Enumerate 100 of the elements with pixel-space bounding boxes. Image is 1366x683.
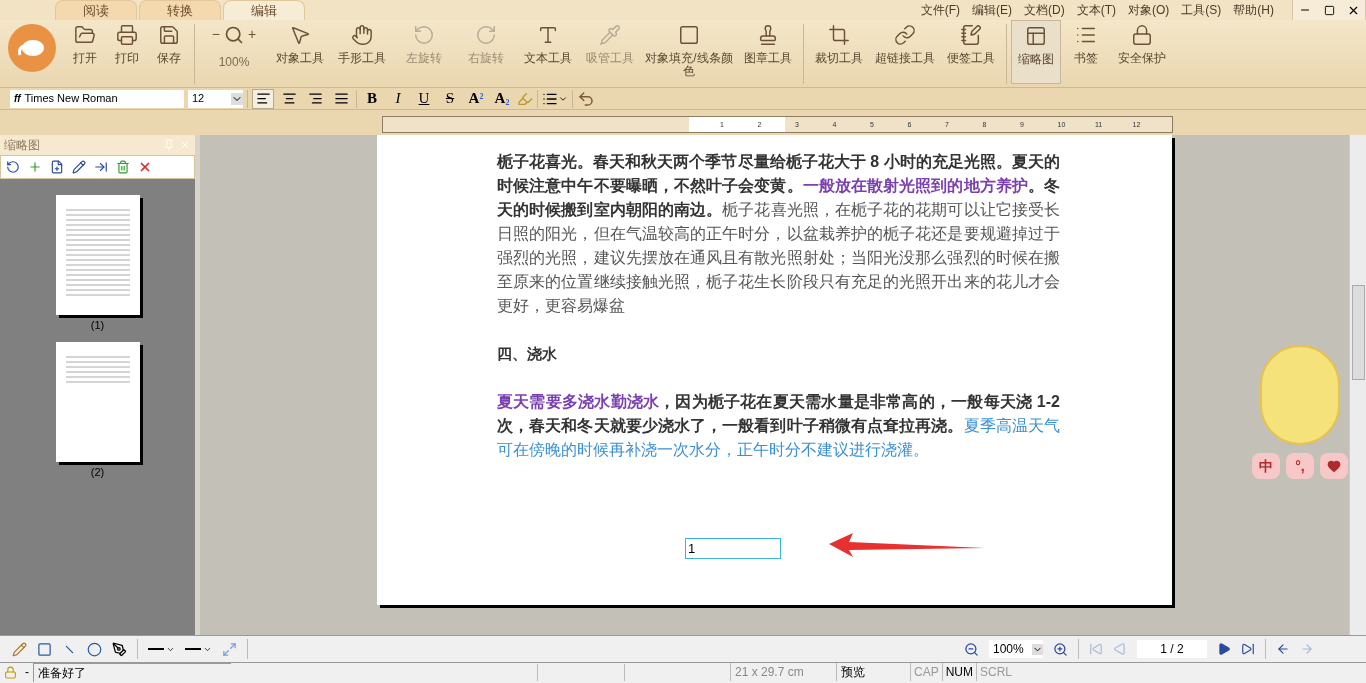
hand-icon — [351, 24, 373, 46]
menu-item[interactable]: 编辑(E) — [966, 1, 1018, 19]
lock-icon — [4, 665, 17, 679]
key-indicator: NUM — [941, 663, 976, 681]
folder-icon — [74, 24, 96, 46]
paragraph: 夏天需要多浇水勤浇水，因为栀子花在夏天需水量是非常高的，一般每天浇 1-2 次，春天和冬天就要少浇水了，一般看到叶子稍微有点耷拉再浇。夏季高温天气可在傍晚的时候再补浇一次水分，正午时分不建议进行浇灌。 — [497, 392, 1060, 460]
menu-item[interactable]: 文件(F) — [914, 1, 966, 19]
zoom-field[interactable]: 100% — [989, 640, 1043, 658]
toolbar-button[interactable]: 打印 — [106, 20, 148, 84]
toolbar-button[interactable]: 对象工具 — [269, 20, 331, 84]
menu-item[interactable]: 帮助(H) — [1227, 1, 1280, 19]
rectangle-icon[interactable] — [37, 641, 52, 657]
menu-item[interactable]: 对象(O) — [1122, 1, 1176, 19]
toolbar-button[interactable]: 对象填充/线条颜色 — [641, 20, 737, 84]
zoom-value: 100% — [993, 641, 1024, 658]
text-box[interactable]: 1 — [685, 538, 781, 559]
mode-tab[interactable]: 转换 — [139, 0, 221, 20]
next-page-icon[interactable] — [1217, 642, 1231, 656]
page-size: 21 x 29.7 cm — [730, 663, 836, 681]
square-icon — [678, 24, 700, 46]
menu-item[interactable]: 文本(T) — [1070, 1, 1122, 19]
toolbar-button[interactable]: 图章工具 — [737, 20, 799, 84]
align-center-icon — [281, 91, 297, 106]
scrollbar[interactable] — [1349, 135, 1366, 635]
toolbar-button[interactable]: 缩略图 — [1011, 20, 1061, 84]
rotate-right-icon — [475, 24, 497, 46]
maximize-icon — [1323, 4, 1335, 16]
zoom-in-button[interactable]: + — [248, 24, 257, 45]
toolbar-button[interactable]: 安全保护 — [1111, 20, 1173, 84]
printer-icon — [116, 24, 138, 46]
mode-tab[interactable]: 编辑 — [223, 0, 305, 20]
toolbar-button[interactable]: 手形工具 — [331, 20, 393, 84]
pointer-icon — [289, 24, 311, 46]
zoom-level: 100% — [218, 54, 250, 71]
status-separator: - — [24, 664, 30, 681]
lock-icon — [1131, 24, 1153, 46]
save-icon — [158, 24, 180, 46]
font-icon: ff — [14, 91, 21, 106]
key-indicator: CAP — [910, 663, 942, 681]
zoom-out-icon[interactable] — [964, 641, 979, 657]
paragraph: 栀子花喜光。春天和秋天两个季节尽量给栀子花大于 8 小时的充足光照。夏天的时候注意中午不要曝晒，不然叶子会变黄。一般放在散射光照到的地方养护。冬天的时候搬到室内朝阳的南边。栀子花喜光照，在栀子花的花期可以让它接受长日照的阳光，但在气温较高的正午时分，以盆栽养护的栀子花还是要规避掉过于强烈的光照，建议先摆放在通风且有散光照射处；当阳光没那么强烈的时候在搬至原来的位置继续接触光照，栀子花生长阶段只有充足的光照开出来的花儿才会更好，更容易爆盆 — [497, 152, 1060, 316]
ellipse-icon[interactable] — [87, 641, 102, 657]
menu-item[interactable]: 文档(D) — [1018, 1, 1071, 19]
font-field[interactable]: ff Times New Roman — [10, 89, 184, 108]
link-icon — [894, 24, 916, 46]
undo-icon[interactable] — [577, 89, 595, 108]
page-indicator[interactable]: 1 / 2 — [1137, 640, 1207, 658]
pencil-icon[interactable] — [12, 641, 27, 657]
rotate-icon[interactable] — [6, 160, 20, 174]
toolbar-button[interactable]: 打开 — [64, 20, 106, 84]
export-icon[interactable] — [94, 160, 108, 174]
page-thumbnail[interactable] — [55, 195, 140, 315]
ime-button[interactable] — [1320, 453, 1348, 479]
rotate-left-icon — [413, 24, 435, 46]
underline-button[interactable]: U — [413, 87, 435, 110]
menu-item[interactable]: 工具(S) — [1175, 1, 1228, 19]
mode-tab[interactable]: 阅读 — [55, 0, 137, 20]
insert-page-icon[interactable] — [50, 160, 64, 174]
ime-button[interactable]: °, — [1286, 453, 1314, 479]
toolbar-button[interactable]: 书签 — [1061, 20, 1111, 84]
superscript-button[interactable]: A$^{2}$ — [465, 87, 487, 110]
page-number: (2) — [90, 464, 105, 480]
search-icon — [224, 24, 244, 45]
italic-button[interactable]: I — [387, 87, 409, 110]
line-icon — [185, 648, 201, 650]
eyedropper-icon — [599, 24, 621, 46]
toolbar-button[interactable]: 裁切工具 — [808, 20, 870, 84]
delete-page-icon[interactable] — [116, 160, 130, 174]
page-number: (1) — [90, 318, 105, 333]
toolbar-button[interactable]: 文本工具 — [517, 20, 579, 84]
delete-icon[interactable] — [138, 160, 152, 174]
zoom-in-icon[interactable] — [1053, 641, 1068, 657]
zoom-out-button[interactable]: − — [211, 24, 220, 45]
dropdown-icon — [1032, 643, 1043, 655]
ime-button[interactable]: 中 — [1252, 453, 1280, 479]
subscript-button[interactable]: A$_{2}$ — [491, 87, 513, 110]
pen-icon[interactable] — [112, 641, 127, 657]
line-icon — [148, 648, 164, 650]
thumbnail-icon — [1025, 25, 1047, 47]
crop-icon — [828, 24, 850, 46]
align-justify-icon — [333, 91, 349, 106]
toolbar-button[interactable]: 便签工具 — [940, 20, 1002, 84]
back-icon[interactable] — [1276, 642, 1290, 656]
section-heading: 四、浇水 — [497, 344, 558, 364]
heart-icon — [1327, 459, 1341, 473]
dropdown-icon — [231, 92, 243, 105]
panel-title: 缩略图 — [4, 137, 40, 154]
text-icon — [537, 24, 559, 46]
size-field[interactable]: 12 — [188, 89, 243, 108]
align-button[interactable] — [252, 88, 274, 109]
align-right-icon — [307, 91, 323, 106]
key-indicator: SCRL — [976, 663, 1016, 681]
last-page-icon[interactable] — [1241, 642, 1255, 656]
font-name: Times New Roman — [24, 91, 118, 107]
page-thumbnail[interactable] — [55, 341, 140, 462]
toolbar-button[interactable]: 保存 — [148, 20, 190, 84]
size-value: 12 — [192, 91, 205, 107]
bold-button[interactable]: B — [361, 87, 383, 110]
toolbar-button[interactable]: 超链接工具 — [870, 20, 940, 84]
strikethrough-button[interactable]: S — [439, 87, 461, 110]
